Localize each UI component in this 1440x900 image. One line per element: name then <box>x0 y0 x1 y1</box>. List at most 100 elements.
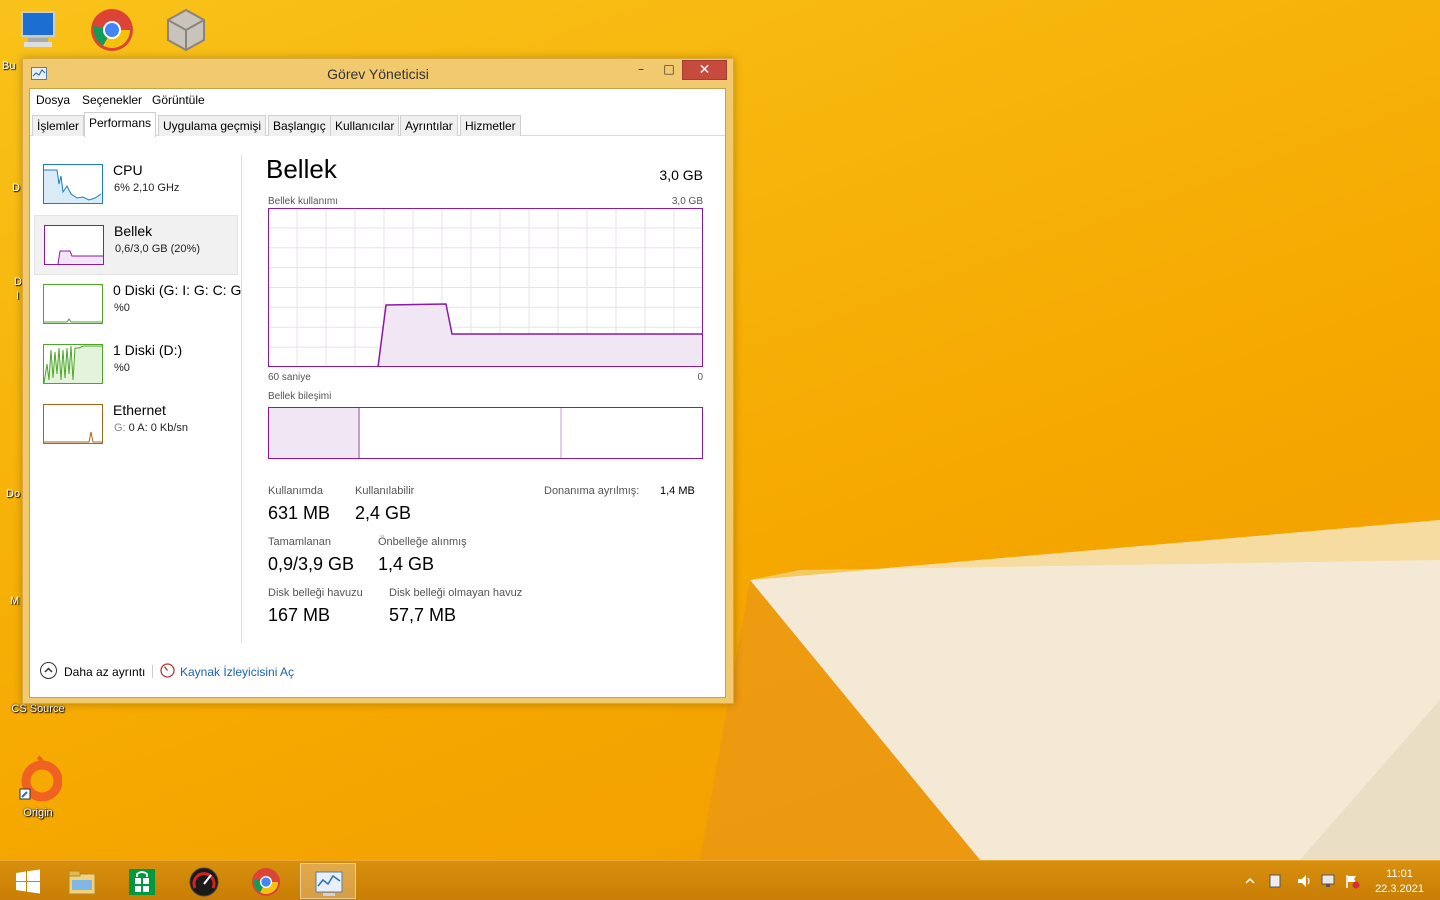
close-button[interactable]: ✕ <box>682 60 727 80</box>
tab-performans[interactable]: Performans <box>84 112 157 137</box>
in-use-value: 631 MB <box>268 503 331 523</box>
battery-icon[interactable] <box>1268 873 1282 889</box>
desktop-icon-origin[interactable]: Origin <box>8 755 68 819</box>
menu-bar: Dosya Seçenekler Görüntüle <box>30 89 725 111</box>
paged-pool-label: Disk belleği havuzu <box>268 587 363 599</box>
show-hidden-icons-chevron-icon[interactable] <box>1244 875 1256 887</box>
tab-islemler[interactable]: İşlemler <box>32 115 85 136</box>
perf-item-disk1[interactable]: 1 Diski (D:) %0 <box>34 335 238 395</box>
disk0-mini-graph <box>43 284 103 324</box>
taskbar-file-explorer[interactable] <box>54 863 110 899</box>
taskbar-store[interactable] <box>114 863 170 899</box>
system-clock[interactable]: 11:01 22.3.2021 <box>1375 867 1424 897</box>
ethernet-mini-graph <box>43 404 103 444</box>
clock-date: 22.3.2021 <box>1375 883 1424 895</box>
ethernet-sub: G: 0 A: 0 Kb/sn <box>114 422 188 434</box>
bellek-name: Bellek <box>114 223 153 239</box>
disk0-sub: %0 <box>114 302 130 314</box>
usage-label: Bellek kullanımı <box>268 196 339 207</box>
network-icon[interactable] <box>1320 873 1336 889</box>
less-details-link[interactable]: Daha az ayrıntı <box>64 665 145 679</box>
footer-bar: Daha az ayrıntı Kaynak İzleyicisini Aç <box>30 655 725 685</box>
memory-mini-graph <box>44 225 104 265</box>
desktop-label-5: M <box>10 595 20 607</box>
start-button[interactable] <box>0 863 56 899</box>
desktop-icon-computer[interactable] <box>8 6 68 58</box>
in-use-label: Kullanımda <box>268 485 324 497</box>
tab-kullanicilar[interactable]: Kullanıcılar <box>330 115 400 136</box>
tab-uygulama-gecmisi[interactable]: Uygulama geçmişi <box>158 115 267 136</box>
cached-label: Önbelleğe alınmış <box>378 536 467 548</box>
ethernet-sub-prefix: G: <box>114 422 129 434</box>
minimize-button[interactable]: – <box>627 60 655 80</box>
time-left-label: 60 saniye <box>268 372 311 383</box>
available-label: Kullanılabilir <box>355 485 415 497</box>
committed-label: Tamamlanan <box>268 536 331 548</box>
clock-time: 11:01 <box>1386 868 1413 880</box>
desktop-label-2: D <box>14 276 22 288</box>
footer-separator <box>152 665 153 678</box>
chrome-icon <box>91 9 133 51</box>
open-resource-monitor-link[interactable]: Kaynak İzleyicisini Aç <box>180 665 294 679</box>
taskbar-chrome[interactable] <box>238 863 294 899</box>
list-separator <box>241 155 242 643</box>
usage-area <box>378 304 703 367</box>
taskbar-task-manager[interactable] <box>300 863 356 899</box>
speedometer-icon <box>189 867 219 897</box>
perf-item-disk0[interactable]: 0 Diski (G: I: G: C: G %0 <box>34 275 241 335</box>
perf-item-cpu[interactable]: CPU 6% 2,10 GHz <box>34 155 238 215</box>
tab-bar: İşlemler Performans Uygulama geçmişi Baş… <box>30 112 725 137</box>
tab-hizmetler[interactable]: Hizmetler <box>460 115 521 136</box>
action-center-flag-icon[interactable] <box>1344 873 1360 889</box>
desktop-icon-cs-source[interactable]: CS Source <box>6 703 70 715</box>
chevron-up-icon[interactable] <box>40 662 57 679</box>
task-manager-icon <box>315 871 343 896</box>
reserved-value: 1,4 MB <box>660 485 695 497</box>
cpu-mini-graph <box>43 164 103 204</box>
desktop-label-4: Do <box>6 488 21 500</box>
desktop-label-3: I <box>16 290 20 302</box>
disk1-mini-graph <box>43 344 103 384</box>
maximize-button[interactable]: □ <box>655 60 683 80</box>
committed-value: 0,9/3,9 GB <box>268 554 355 574</box>
task-manager-window: Görev Yöneticisi – □ ✕ Dosya Seçenekler … <box>22 58 734 704</box>
performance-list: CPU 6% 2,10 GHz Bellek 0,6/3,0 GB (20%) … <box>34 155 241 455</box>
detail-total: 3,0 GB <box>659 167 703 183</box>
desktop-icon-cube-app[interactable] <box>156 6 216 58</box>
perf-item-ethernet[interactable]: Ethernet G: 0 A: 0 Kb/sn <box>34 395 238 455</box>
composition-in-use <box>268 407 359 459</box>
detail-title: Bellek <box>266 154 337 184</box>
taskbar-speedometer-app[interactable] <box>176 863 232 899</box>
desktop-icon-chrome[interactable] <box>82 6 142 58</box>
windows-start-icon <box>16 869 40 894</box>
composition-label: Bellek bileşimi <box>268 391 332 402</box>
menu-dosya[interactable]: Dosya <box>36 93 70 107</box>
resource-monitor-icon[interactable] <box>160 663 175 678</box>
volume-icon[interactable] <box>1296 873 1312 889</box>
title-bar[interactable]: Görev Yöneticisi – □ ✕ <box>23 59 733 89</box>
nonpaged-pool-value: 57,7 MB <box>389 605 457 625</box>
paged-pool-value: 167 MB <box>268 605 331 625</box>
file-explorer-icon <box>68 870 96 895</box>
menu-secenekler[interactable]: Seçenekler <box>82 93 142 107</box>
desktop-label-bu: Bu <box>2 60 16 72</box>
memory-usage-graph <box>268 208 703 367</box>
cs-source-label: CS Source <box>11 703 65 715</box>
ethernet-name: Ethernet <box>113 402 166 418</box>
reserved-label: Donanıma ayrılmış: <box>544 485 640 497</box>
memory-composition-bar <box>268 407 703 459</box>
origin-icon <box>19 755 63 802</box>
disk1-sub: %0 <box>114 362 130 374</box>
tab-baslangic[interactable]: Başlangıç <box>268 115 331 136</box>
bellek-sub: 0,6/3,0 GB (20%) <box>115 243 200 255</box>
tab-ayrintilar[interactable]: Ayrıntılar <box>400 115 458 136</box>
cube-app-icon <box>167 8 205 52</box>
perf-item-bellek[interactable]: Bellek 0,6/3,0 GB (20%) <box>34 215 238 275</box>
time-right-label: 0 <box>697 372 703 383</box>
menu-goruntule[interactable]: Görüntüle <box>152 93 205 107</box>
store-icon <box>129 869 155 895</box>
cpu-name: CPU <box>113 162 143 178</box>
nonpaged-pool-label: Disk belleği olmayan havuz <box>389 587 523 599</box>
cpu-sub: 6% 2,10 GHz <box>114 182 180 194</box>
origin-label: Origin <box>23 807 53 819</box>
